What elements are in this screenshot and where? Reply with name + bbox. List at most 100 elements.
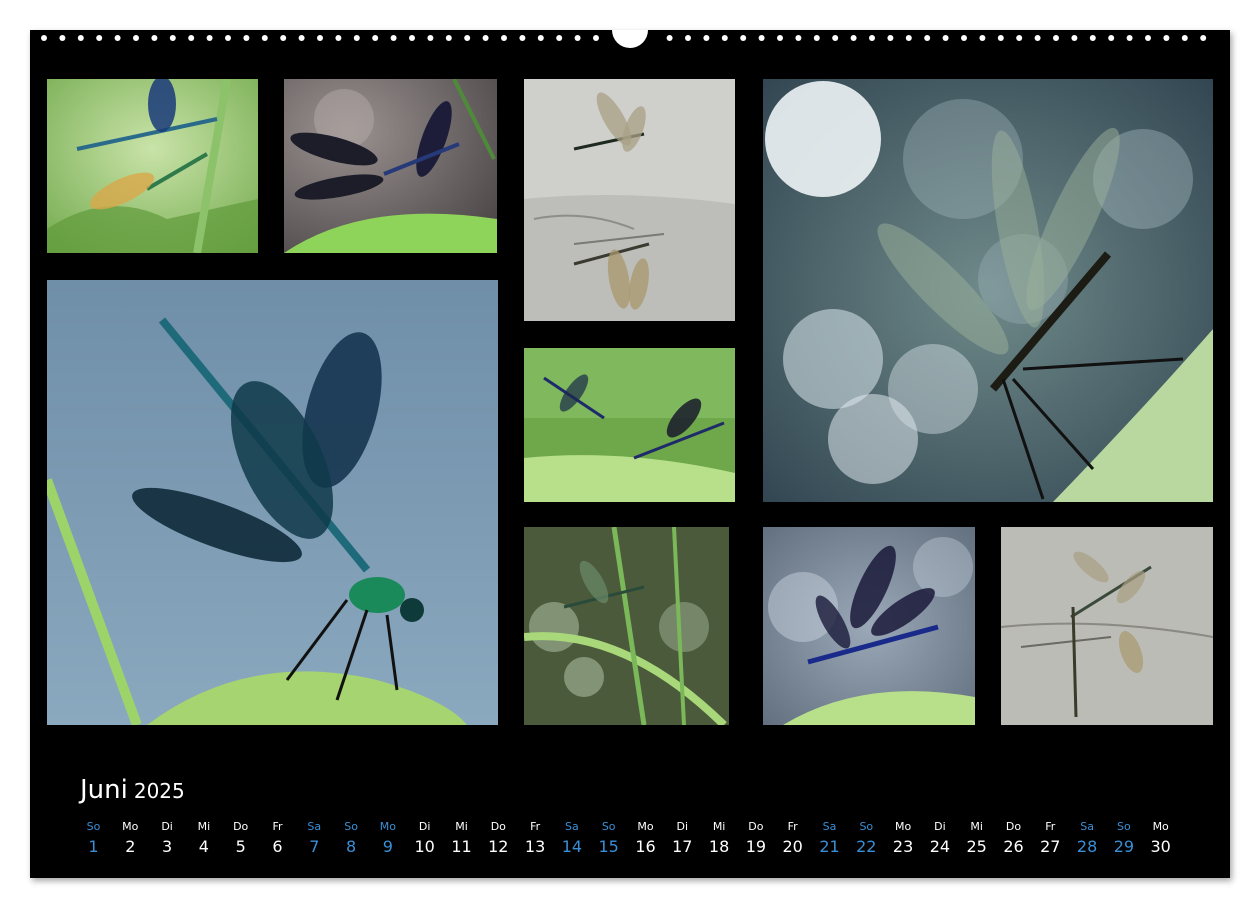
weekday-label: Mo <box>637 820 654 833</box>
calendar-day: Di 3 <box>149 819 186 859</box>
day-number: 9 <box>382 837 393 856</box>
calendar-day: So 15 <box>590 819 627 859</box>
weekday-label: Di <box>418 820 431 833</box>
weekday-label: Mo <box>122 820 139 833</box>
day-number: 11 <box>451 837 472 856</box>
month-title: Juni 2025 <box>80 775 185 805</box>
day-number: 26 <box>1003 837 1024 856</box>
day-number: 10 <box>414 837 435 856</box>
calendar-day: Fr 13 <box>517 819 554 859</box>
calendar-day: Fr 27 <box>1032 819 1069 859</box>
calendar-day: So 1 <box>75 819 112 859</box>
calendar-day: Mi 4 <box>185 819 222 859</box>
calendar-day: Di 10 <box>406 819 443 859</box>
calendar-day: Fr 6 <box>259 819 296 859</box>
calendar-strip: So 1 Mo 2 Di 3 Mi 4 Do 5 Fr 6 Sa 7 So 8 Mo 9 Di 10 Mi 11 Do 12 F… <box>75 819 1195 863</box>
calendar-day: Di 17 <box>664 819 701 859</box>
calendar-day: Sa 7 <box>296 819 333 859</box>
calendar-day: Fr 20 <box>774 819 811 859</box>
day-number: 7 <box>309 837 320 856</box>
calendar-day: Do 26 <box>995 819 1032 859</box>
day-number: 24 <box>929 837 951 856</box>
day-number: 20 <box>782 837 803 856</box>
weekday-label: Di <box>934 820 946 833</box>
day-number: 22 <box>856 837 877 856</box>
day-number: 30 <box>1150 837 1171 856</box>
calendar-day: Do 12 <box>480 819 517 859</box>
calendar-day: Mo 30 <box>1142 819 1179 859</box>
day-number: 18 <box>708 837 730 856</box>
day-number: 15 <box>598 837 619 856</box>
month-year: 2025 <box>133 779 185 803</box>
calendar-day: Di 24 <box>921 819 958 859</box>
calendar-day: Do 19 <box>737 819 774 859</box>
day-number: 25 <box>966 837 987 856</box>
weekday-label: So <box>1117 820 1131 833</box>
calendar-day: Mo 9 <box>369 819 406 859</box>
weekday-label: Mo <box>1152 820 1169 833</box>
photo-damselfly-over-water <box>524 79 735 321</box>
day-number: 16 <box>635 837 656 856</box>
day-number: 29 <box>1113 837 1135 856</box>
weekday-label: So <box>601 820 616 833</box>
weekday-label: Fr <box>272 820 283 833</box>
weekday-label: Sa <box>307 820 322 833</box>
calendar-day: So 8 <box>333 819 370 859</box>
photo-backlit-damselfly <box>763 79 1213 502</box>
weekday-label: Do <box>1005 820 1022 833</box>
calendar-day: Mo 16 <box>627 819 664 859</box>
photo-damselflies-on-blade <box>524 348 735 502</box>
weekday-label: Mi <box>712 820 726 833</box>
day-number: 17 <box>672 837 693 856</box>
day-number: 6 <box>272 837 283 856</box>
photo-damselfly-water-reflection <box>1001 527 1213 725</box>
weekday-label: So <box>344 820 358 833</box>
photo-damselfly-reeds <box>524 527 729 725</box>
day-number: 14 <box>561 837 583 856</box>
photo-two-damselflies <box>47 79 258 253</box>
weekday-label: Fr <box>1045 820 1056 833</box>
weekday-label: Di <box>676 820 689 833</box>
weekday-label: Do <box>233 820 249 833</box>
day-number: 23 <box>892 837 914 856</box>
day-number: 28 <box>1076 837 1098 856</box>
day-number: 2 <box>125 837 136 856</box>
calendar-day: So 29 <box>1105 819 1142 859</box>
day-number: 5 <box>235 837 246 856</box>
weekday-label: Sa <box>1080 820 1094 833</box>
weekday-label: Mo <box>894 820 912 833</box>
day-number: 21 <box>819 837 840 856</box>
weekday-label: Sa <box>822 820 837 833</box>
weekday-label: Mi <box>197 820 211 833</box>
calendar-day: Mi 25 <box>958 819 995 859</box>
month-name: Juni <box>80 775 128 805</box>
weekday-label: Mi <box>970 820 983 833</box>
calendar-day: Sa 14 <box>553 819 590 859</box>
calendar-day: Mo 2 <box>112 819 149 859</box>
day-number: 27 <box>1040 837 1061 856</box>
day-number: 19 <box>745 837 767 856</box>
calendar-day: Sa 28 <box>1069 819 1106 859</box>
day-number: 1 <box>88 837 99 856</box>
calendar-day: Mo 23 <box>885 819 922 859</box>
weekday-label: Sa <box>565 820 579 833</box>
calendar-day: Do 5 <box>222 819 259 859</box>
calendar-day: Mi 18 <box>701 819 738 859</box>
photo-blue-demoiselle <box>763 527 975 725</box>
weekday-label: So <box>859 820 874 833</box>
day-number: 4 <box>198 837 209 856</box>
weekday-label: Fr <box>787 820 798 833</box>
weekday-label: Mo <box>379 820 396 833</box>
day-number: 3 <box>162 837 173 856</box>
calendar-day: So 22 <box>848 819 885 859</box>
calendar-day: Mi 11 <box>443 819 480 859</box>
calendar-page: Juni 2025 So 1 Mo 2 Di 3 Mi 4 Do 5 Fr 6 Sa 7 So 8 Mo 9 Di 10… <box>30 30 1230 878</box>
day-number: 8 <box>346 837 357 856</box>
spiral-binding <box>30 30 1230 50</box>
photo-banded-demoiselle <box>47 280 498 725</box>
weekday-label: So <box>86 820 101 833</box>
weekday-label: Di <box>161 820 173 833</box>
photo-dark-winged-damselfly <box>284 79 497 253</box>
day-number: 13 <box>524 837 546 856</box>
weekday-label: Mi <box>455 820 468 833</box>
